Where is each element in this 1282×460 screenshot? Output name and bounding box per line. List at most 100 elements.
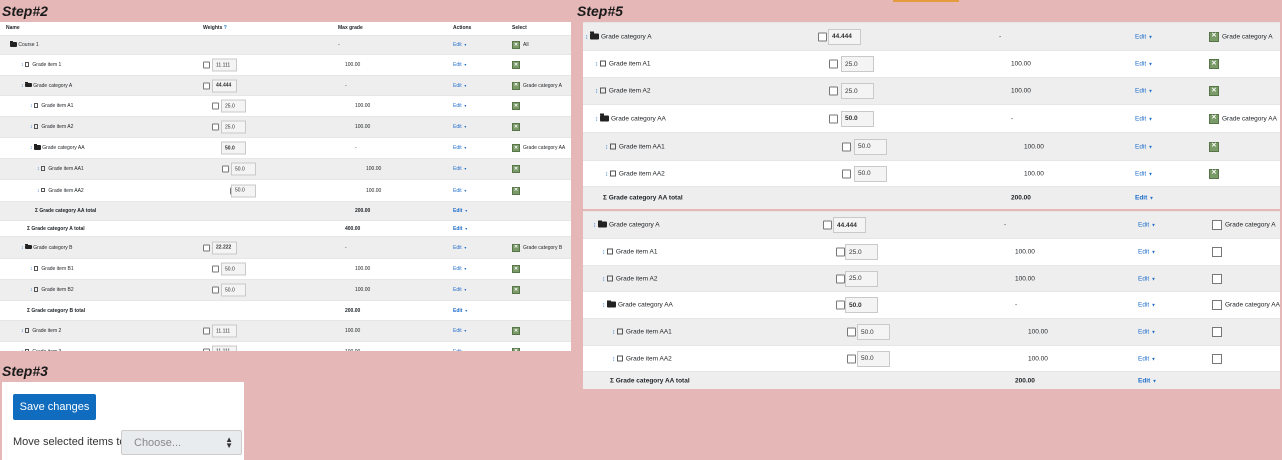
edit-menu-button[interactable]: Edit▼ bbox=[453, 287, 467, 293]
select-checkbox[interactable]: ✕ bbox=[512, 102, 520, 110]
weight-override-checkbox[interactable] bbox=[203, 82, 210, 89]
weight-input[interactable]: 25.0 bbox=[221, 99, 246, 113]
select-checkbox[interactable]: ✕ bbox=[1209, 31, 1219, 42]
move-handle-icon[interactable]: ↕ bbox=[30, 124, 33, 130]
select-checkbox[interactable]: ✕ bbox=[1209, 113, 1219, 124]
weight-override-checkbox[interactable] bbox=[203, 348, 210, 351]
weight-override-checkbox[interactable] bbox=[847, 354, 856, 363]
select-checkbox[interactable]: ✕ bbox=[512, 327, 520, 335]
move-handle-icon[interactable]: ↕ bbox=[21, 328, 24, 334]
select-checkbox[interactable] bbox=[1212, 273, 1222, 284]
select-checkbox[interactable]: ✕ bbox=[512, 265, 520, 273]
select-checkbox[interactable]: ✕ bbox=[512, 165, 520, 173]
move-handle-icon[interactable]: ↕ bbox=[21, 83, 24, 89]
weight-input[interactable]: 25.0 bbox=[845, 244, 878, 260]
move-handle-icon[interactable]: ↕ bbox=[605, 143, 608, 150]
edit-menu-button[interactable]: Edit▼ bbox=[453, 328, 467, 334]
edit-menu-button[interactable]: Edit▼ bbox=[453, 103, 467, 109]
weight-input[interactable]: 50.0 bbox=[845, 297, 878, 313]
move-handle-icon[interactable]: ↕ bbox=[595, 115, 598, 122]
weight-override-checkbox[interactable] bbox=[818, 32, 827, 41]
weight-input[interactable]: 50.0 bbox=[857, 324, 890, 340]
select-checkbox[interactable]: ✕ bbox=[512, 286, 520, 294]
move-handle-icon[interactable]: ↕ bbox=[21, 62, 24, 68]
edit-menu-button[interactable]: Edit▼ bbox=[1138, 302, 1156, 309]
edit-menu-button[interactable]: Edit▼ bbox=[1135, 170, 1153, 177]
weight-input[interactable]: 50.0 bbox=[221, 141, 246, 155]
move-handle-icon[interactable]: ↕ bbox=[602, 302, 605, 309]
edit-menu-button[interactable]: Edit▼ bbox=[453, 266, 467, 272]
weight-input[interactable]: 22.222 bbox=[212, 241, 237, 254]
move-handle-icon[interactable]: ↕ bbox=[595, 88, 598, 95]
edit-menu-button[interactable]: Edit▼ bbox=[453, 226, 468, 232]
select-checkbox[interactable]: ✕ bbox=[512, 243, 520, 252]
select-checkbox[interactable]: ✕ bbox=[1209, 86, 1219, 96]
edit-menu-button[interactable]: Edit▼ bbox=[1138, 355, 1156, 362]
select-checkbox[interactable] bbox=[1212, 220, 1222, 230]
move-handle-icon[interactable]: ↕ bbox=[593, 222, 596, 229]
weight-override-checkbox[interactable] bbox=[836, 247, 845, 257]
weight-override-checkbox[interactable] bbox=[842, 142, 851, 151]
edit-menu-button[interactable]: Edit▼ bbox=[453, 145, 467, 151]
edit-menu-button[interactable]: Edit▼ bbox=[1135, 61, 1153, 68]
move-handle-icon[interactable]: ↕ bbox=[30, 103, 33, 109]
weight-override-checkbox[interactable] bbox=[836, 274, 845, 283]
weight-input[interactable]: 50.0 bbox=[841, 110, 874, 127]
move-handle-icon[interactable]: ↕ bbox=[612, 355, 615, 362]
weight-override-checkbox[interactable] bbox=[829, 59, 838, 69]
edit-menu-button[interactable]: Edit▼ bbox=[1135, 88, 1153, 95]
edit-menu-button[interactable]: Edit▼ bbox=[1138, 329, 1156, 336]
edit-menu-button[interactable]: Edit▼ bbox=[453, 124, 467, 130]
weight-override-checkbox[interactable] bbox=[203, 327, 210, 335]
edit-menu-button[interactable]: Edit▼ bbox=[453, 166, 467, 172]
weight-input[interactable]: 25.0 bbox=[841, 56, 874, 72]
weight-input[interactable]: 11.111 bbox=[212, 58, 237, 72]
select-checkbox[interactable] bbox=[1212, 247, 1222, 257]
move-handle-icon[interactable]: ↕ bbox=[37, 188, 40, 194]
weight-override-checkbox[interactable] bbox=[212, 286, 219, 294]
weight-input[interactable]: 50.0 bbox=[221, 262, 246, 276]
weight-override-checkbox[interactable] bbox=[212, 123, 219, 131]
edit-menu-button[interactable]: Edit▼ bbox=[1138, 275, 1156, 282]
edit-menu-button[interactable]: Edit▼ bbox=[1135, 143, 1153, 150]
move-handle-icon[interactable]: ↕ bbox=[595, 61, 598, 68]
select-checkbox[interactable] bbox=[1212, 300, 1222, 310]
edit-menu-button[interactable]: Edit▼ bbox=[1138, 377, 1157, 384]
select-checkbox[interactable] bbox=[1212, 327, 1222, 337]
weight-input[interactable]: 50.0 bbox=[854, 138, 887, 155]
move-handle-icon[interactable]: ↕ bbox=[37, 166, 40, 172]
edit-menu-button[interactable]: Edit▼ bbox=[1135, 115, 1153, 122]
move-handle-icon[interactable]: ↕ bbox=[30, 145, 33, 151]
select-checkbox[interactable]: ✕ bbox=[512, 123, 520, 131]
edit-menu-button[interactable]: Edit▼ bbox=[453, 62, 467, 68]
move-handle-icon[interactable]: ↕ bbox=[612, 329, 615, 336]
edit-menu-button[interactable]: Edit▼ bbox=[453, 188, 467, 194]
select-checkbox[interactable]: ✕ bbox=[1209, 168, 1219, 179]
weight-override-checkbox[interactable] bbox=[842, 169, 851, 178]
move-handle-icon[interactable]: ↕ bbox=[605, 170, 608, 177]
select-checkbox[interactable]: ✕ bbox=[1209, 141, 1219, 152]
weight-input[interactable]: 50.0 bbox=[854, 165, 887, 182]
weight-input[interactable]: 25.0 bbox=[221, 120, 246, 134]
move-handle-icon[interactable]: ↕ bbox=[21, 245, 24, 251]
weight-override-checkbox[interactable] bbox=[823, 220, 832, 230]
edit-menu-button[interactable]: Edit▼ bbox=[453, 308, 468, 314]
move-handle-icon[interactable]: ↕ bbox=[30, 287, 33, 293]
edit-menu-button[interactable]: Edit▼ bbox=[1135, 33, 1153, 40]
edit-menu-button[interactable]: Edit▼ bbox=[1135, 195, 1154, 202]
edit-menu-button[interactable]: Edit▼ bbox=[453, 349, 467, 352]
weight-input[interactable]: 11.111 bbox=[212, 345, 237, 351]
weight-override-checkbox[interactable] bbox=[203, 244, 210, 251]
weight-input[interactable]: 25.0 bbox=[845, 270, 878, 287]
weight-override-checkbox[interactable] bbox=[829, 114, 838, 123]
edit-menu-button[interactable]: Edit▼ bbox=[453, 42, 467, 48]
move-handle-icon[interactable]: ↕ bbox=[602, 275, 605, 282]
select-checkbox[interactable]: ✕ bbox=[512, 144, 520, 152]
select-checkbox[interactable]: ✕ bbox=[512, 41, 520, 49]
edit-menu-button[interactable]: Edit▼ bbox=[1138, 222, 1156, 229]
move-handle-icon[interactable]: ↕ bbox=[602, 249, 605, 256]
weight-input[interactable]: 50.0 bbox=[231, 184, 256, 197]
weight-input[interactable]: 44.444 bbox=[212, 79, 237, 92]
weight-input[interactable]: 50.0 bbox=[231, 162, 256, 176]
weight-input[interactable]: 25.0 bbox=[841, 83, 874, 99]
